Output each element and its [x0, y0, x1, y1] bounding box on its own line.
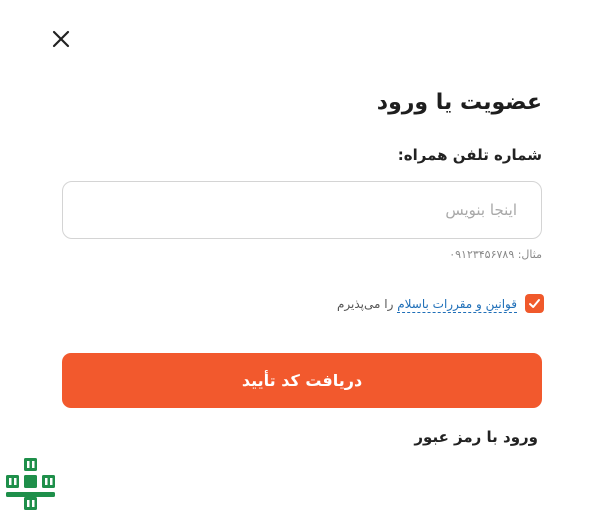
- password-login-link[interactable]: ورود با رمز عبور: [414, 428, 538, 446]
- terms-suffix: را می‌پذیرم: [336, 296, 398, 311]
- terms-row: قوانین و مقررات باسلام را می‌پذیرم: [337, 294, 544, 313]
- get-code-button[interactable]: دریافت کد تأیید: [62, 353, 542, 408]
- phone-example-hint: مثال: ۰۹۱۲۳۴۵۶۷۸۹: [449, 248, 542, 261]
- phone-input[interactable]: [62, 181, 542, 239]
- login-dialog: عضویت یا ورود شماره تلفن همراه: مثال: ۰۹…: [0, 0, 600, 514]
- phone-label: شماره تلفن همراه:: [397, 146, 542, 164]
- check-icon: [529, 299, 540, 308]
- terms-text: قوانین و مقررات باسلام را می‌پذیرم: [336, 296, 517, 313]
- terms-checkbox[interactable]: [525, 294, 544, 313]
- terms-link[interactable]: قوانین و مقررات باسلام: [397, 296, 517, 313]
- dialog-title: عضویت یا ورود: [376, 90, 542, 115]
- close-button[interactable]: [50, 28, 72, 50]
- brand-logo-icon: [6, 458, 55, 510]
- brand-logo: [4, 456, 58, 512]
- close-icon: [52, 30, 70, 48]
